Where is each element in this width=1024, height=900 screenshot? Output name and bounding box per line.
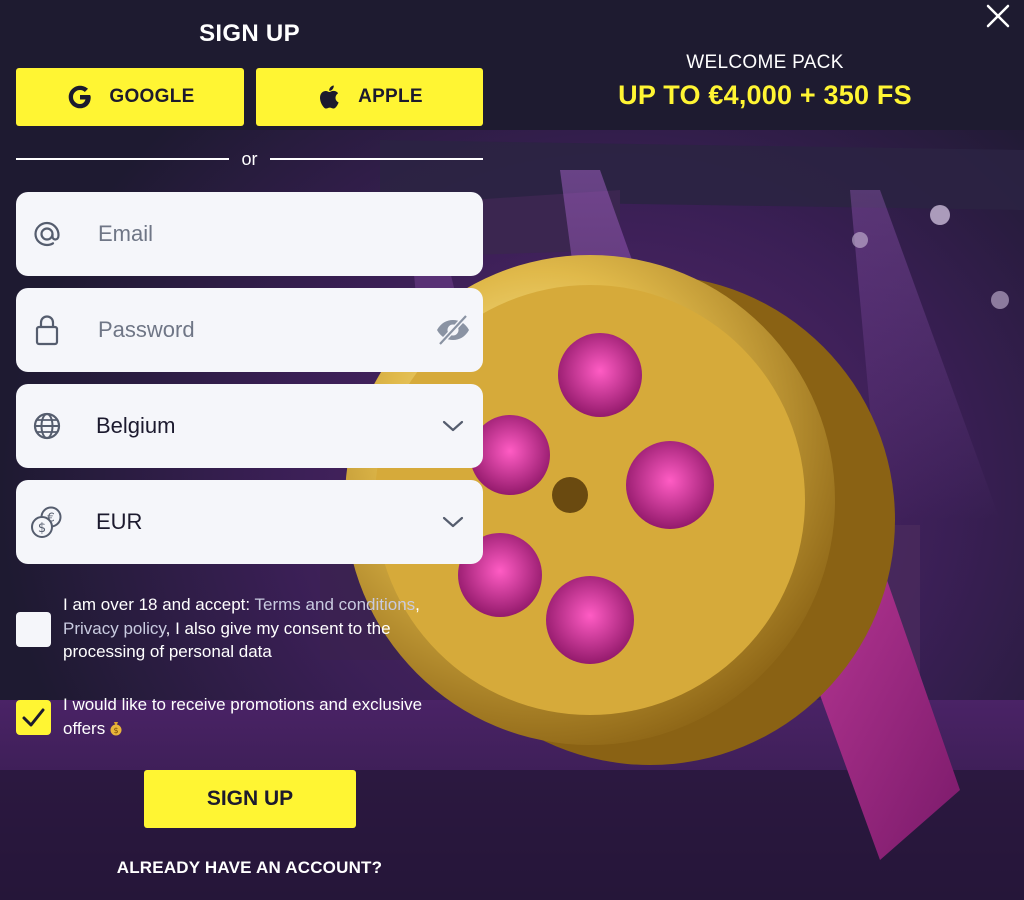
- promo-banner: WELCOME PACK UP TO €4,000 + 350 FS: [530, 52, 1000, 111]
- apple-icon: [320, 85, 339, 109]
- terms-comma: ,: [415, 595, 420, 614]
- google-icon: [69, 85, 92, 109]
- already-have-account-link[interactable]: ALREADY HAVE AN ACCOUNT?: [16, 858, 483, 878]
- apple-label: APPLE: [358, 86, 423, 107]
- coins-icon: € $: [16, 504, 78, 540]
- promotions-consent: I would like to receive promotions and e…: [16, 693, 456, 743]
- close-icon: [986, 4, 1010, 28]
- eye-off-icon[interactable]: [423, 313, 483, 347]
- signup-title: SIGN UP: [199, 20, 300, 47]
- terms-link[interactable]: Terms and conditions: [255, 595, 416, 614]
- google-signup-button[interactable]: GOOGLE: [16, 68, 244, 126]
- password-field[interactable]: [16, 288, 483, 372]
- globe-icon: [16, 410, 78, 442]
- promotions-checkbox[interactable]: [16, 700, 51, 735]
- money-bag-icon: $: [110, 721, 122, 735]
- divider-line-right: [270, 158, 483, 160]
- terms-checkbox[interactable]: [16, 612, 51, 647]
- email-input[interactable]: [96, 220, 420, 248]
- email-field[interactable]: [16, 192, 483, 276]
- password-input[interactable]: [96, 316, 420, 344]
- lock-icon: [16, 313, 78, 347]
- or-divider: or: [16, 149, 483, 169]
- privacy-link[interactable]: Privacy policy: [63, 619, 166, 638]
- close-button[interactable]: [984, 2, 1012, 30]
- google-label: GOOGLE: [109, 86, 195, 107]
- at-icon: [16, 218, 78, 250]
- promotions-text: I would like to receive promotions and e…: [63, 693, 463, 740]
- country-value: Belgium: [96, 413, 176, 438]
- promo-subtitle: WELCOME PACK: [686, 52, 844, 73]
- chevron-down-icon: [423, 419, 483, 433]
- signup-submit-button[interactable]: SIGN UP: [144, 770, 356, 828]
- svg-text:$: $: [114, 726, 119, 735]
- chevron-down-icon: [423, 515, 483, 529]
- checkmark-icon: [22, 708, 45, 727]
- terms-consent: I am over 18 and accept: Terms and condi…: [16, 593, 456, 663]
- country-select[interactable]: Belgium: [16, 384, 483, 468]
- promo-offer: UP TO €4,000 + 350 FS: [618, 80, 912, 110]
- terms-text: I am over 18 and accept: Terms and condi…: [63, 593, 463, 664]
- apple-signup-button[interactable]: APPLE: [256, 68, 483, 126]
- svg-text:$: $: [38, 521, 46, 536]
- terms-text-before: I am over 18 and accept:: [63, 595, 255, 614]
- currency-value: EUR: [96, 509, 143, 534]
- currency-select[interactable]: € $ EUR: [16, 480, 483, 564]
